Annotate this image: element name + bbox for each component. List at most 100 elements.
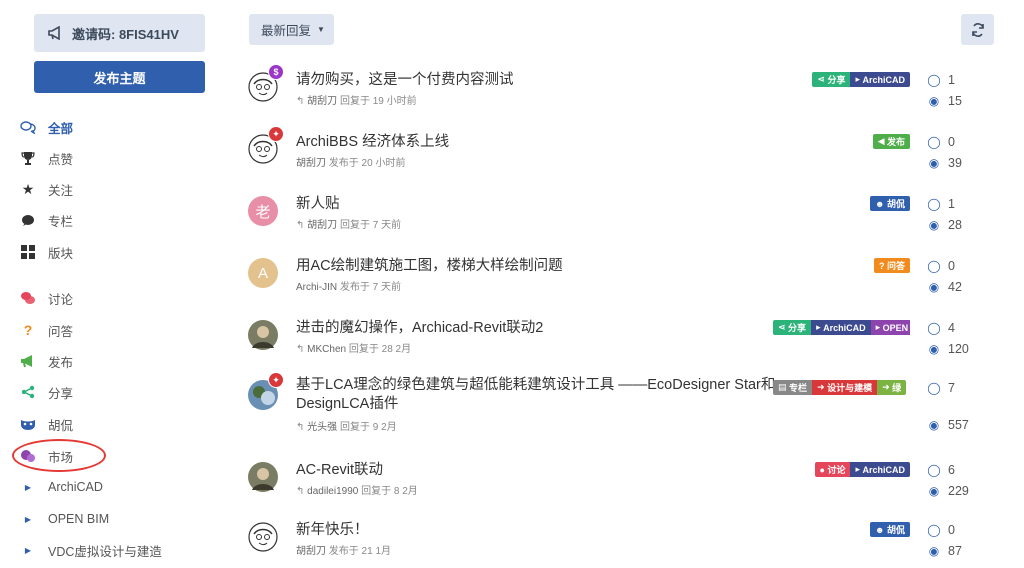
nav-item-boards[interactable]: 版块 [20, 242, 73, 262]
subforum-vdc[interactable]: ▶ VDC虚拟设计与建造 [20, 540, 162, 560]
triangle-icon: ▸ [855, 74, 863, 84]
avatar[interactable]: A [248, 258, 278, 288]
view-count: ◉ 39 [927, 153, 962, 174]
topic-row[interactable]: 进击的魔幻操作，Archicad-Revit联动2 ↰ MKChen 回复于 28… [245, 320, 980, 370]
tag-badge[interactable]: ▸ ArchiCAD [811, 320, 871, 335]
topic-row[interactable]: $ 请勿购买，这是一个付费内容测试 ↰ 胡刮刀 回复于 19 小时前 ⋖ 分享 ▸ Ar… [245, 64, 980, 122]
avatar[interactable] [248, 320, 278, 350]
topic-stats: ◯ 0 ◉ 39 [927, 132, 962, 174]
new-topic-button[interactable]: 发布主题 [34, 61, 205, 93]
tag-badge[interactable]: ▤ 专栏 [773, 380, 813, 395]
view-count: ◉ 28 [927, 215, 962, 236]
topic-author[interactable]: 胡刮刀 [307, 96, 337, 107]
topic-row[interactable]: 老新人贴 ↰ 胡刮刀 回复于 7 天前 ☻ 胡侃 ◯ 1 ◉ 28 [245, 196, 980, 246]
tag-label: ArchiCAD [862, 464, 905, 475]
topic-author[interactable]: 胡刮刀 [296, 158, 326, 169]
topic-author[interactable]: dadilei1990 [307, 486, 358, 497]
category-chat[interactable]: 胡侃 [20, 414, 73, 434]
tag-badge[interactable]: ☻ 胡侃 [870, 522, 910, 537]
tag-badge[interactable]: ◀ 发布 [872, 134, 910, 149]
topic-tags: ◀ 发布 [872, 134, 910, 149]
topic-title[interactable]: 请勿购买，这是一个付费内容测试 [296, 68, 514, 89]
topic-title[interactable]: 基于LCA理念的绿色建筑与超低能耗建筑设计工具 ——EcoDesigner St… [296, 376, 776, 414]
topic-tags: ⋖ 分享 ▸ ArchiCAD ▸ OPEN [773, 320, 910, 335]
tag-badge[interactable]: ▸ ArchiCAD [850, 72, 910, 87]
tag-badge[interactable]: ▸ ArchiCAD [850, 462, 910, 477]
tag-badge[interactable]: ● 讨论 [814, 462, 851, 477]
avatar[interactable]: 老 [248, 196, 278, 226]
refresh-button[interactable] [961, 14, 994, 45]
topic-stats: ◯ 7 ◉ 557 [927, 378, 969, 436]
reply-count-value: 0 [948, 135, 955, 149]
megaphone-icon [20, 353, 36, 369]
topic-title[interactable]: 新年快乐！ [296, 518, 369, 539]
comment-icon: ◯ [927, 523, 941, 537]
tag-badge[interactable]: ⋖ 分享 [773, 320, 812, 335]
subforum-openbim[interactable]: ▶ OPEN BIM [20, 509, 109, 529]
topic-row[interactable]: 新年快乐！ 胡刮刀 发布于 21 1月 ☻ 胡侃 ◯ 0 ◉ 87 [245, 522, 980, 568]
tag-badge[interactable]: ▸ OPEN [870, 320, 910, 335]
category-discuss[interactable]: 讨论 [20, 288, 73, 308]
topic-row[interactable]: A 用AC绘制建筑施工图，楼梯大样绘制问题 Archi-JIN 发布于 7 天前? … [245, 258, 980, 308]
chat-bubbles-icon [20, 119, 36, 135]
category-label: 问答 [48, 324, 74, 339]
eye-icon: ◉ [928, 280, 940, 294]
topic-title[interactable]: 用AC绘制建筑施工图，楼梯大样绘制问题 [296, 254, 563, 275]
sort-dropdown[interactable]: 最新回复 ▼ [249, 14, 334, 45]
question-icon: ? [23, 322, 33, 338]
triangle-icon: ▸ [816, 322, 824, 332]
topic-tags: ⋖ 分享 ▸ ArchiCAD [812, 72, 910, 87]
view-count-value: 87 [948, 544, 962, 558]
nav-item-likes[interactable]: 点赞 [20, 148, 73, 168]
reply-count: ◯ 1 [927, 194, 962, 215]
topic-title[interactable]: ArchiBBS 经济体系上线 [296, 130, 449, 151]
tag-badge[interactable]: ⋖ 分享 [812, 72, 851, 87]
topic-row[interactable]: ✦ 基于LCA理念的绿色建筑与超低能耗建筑设计工具 ——EcoDesigner S… [245, 372, 980, 433]
tag-label: 胡侃 [886, 199, 905, 209]
avatar[interactable]: $ [248, 64, 284, 102]
avatar[interactable] [248, 522, 278, 552]
nav-label: 专栏 [48, 214, 74, 229]
tag-badge[interactable]: ? 问答 [873, 258, 910, 273]
reply-count: ◯ 0 [927, 520, 962, 541]
topic-row[interactable]: AC-Revit联动 ↰ dadilei1990 回复于 8 2月 ● 讨论 ▸ Ar… [245, 462, 980, 512]
tag-badge[interactable]: ☻ 胡侃 [870, 196, 910, 211]
reply-count: ◯ 1 [927, 70, 962, 91]
nav-item-all[interactable]: 全部 [20, 117, 73, 137]
avatar[interactable]: ✦ [248, 372, 284, 410]
category-share[interactable]: 分享 [20, 382, 73, 402]
topic-title[interactable]: 进击的魔幻操作，Archicad-Revit联动2 [296, 316, 543, 337]
topic-author[interactable]: Archi-JIN [296, 282, 337, 293]
nav-item-columns[interactable]: 专栏 [20, 210, 73, 230]
subforum-label: VDC虚拟设计与建造 [48, 544, 162, 559]
nav-label: 点赞 [48, 152, 74, 167]
topic-time: 回复于 8 2月 [361, 486, 418, 497]
topic-stats: ◯ 1 ◉ 15 [927, 70, 962, 112]
topic-author[interactable]: 胡刮刀 [296, 546, 326, 557]
nav-item-following[interactable]: ★ 关注 [20, 179, 73, 199]
topic-author[interactable]: MKChen [307, 344, 346, 355]
triangle-right-icon: ▶ [24, 545, 32, 555]
subforum-archicad[interactable]: ▶ ArchiCAD [20, 477, 103, 497]
topic-author[interactable]: 胡刮刀 [307, 220, 337, 231]
topic-author[interactable]: 光头强 [307, 422, 337, 433]
tag-badge[interactable]: ➜ 设计与建模 [812, 380, 878, 395]
topic-title[interactable]: AC-Revit联动 [296, 458, 383, 479]
topic-stats: ◯ 0 ◉ 87 [927, 520, 962, 562]
category-label: 分享 [48, 386, 74, 401]
subforum-label: ArchiCAD [48, 480, 103, 494]
category-release[interactable]: 发布 [20, 351, 73, 371]
topic-title[interactable]: 新人贴 [296, 192, 340, 213]
topic-row[interactable]: ✦ ArchiBBS 经济体系上线 胡刮刀 发布于 20 小时前 ◀ 发布 ◯ 0 ◉ 39 [245, 126, 980, 184]
megaphone-icon: ◀ [877, 136, 887, 146]
reply-icon: ↰ [296, 422, 308, 433]
tag-label: 胡侃 [886, 525, 905, 535]
tag-badge[interactable]: ➜ 绿 [877, 380, 907, 395]
topic-stats: ◯ 1 ◉ 28 [927, 194, 962, 236]
category-qa[interactable]: ? 问答 [20, 320, 73, 340]
avatar[interactable]: ✦ [248, 126, 284, 164]
invite-code-button[interactable]: 邀请码: 8FIS41HV [34, 14, 205, 52]
avatar[interactable] [248, 462, 278, 492]
reply-count: ◯ 4 [927, 318, 969, 339]
nav-label: 版块 [48, 246, 74, 261]
